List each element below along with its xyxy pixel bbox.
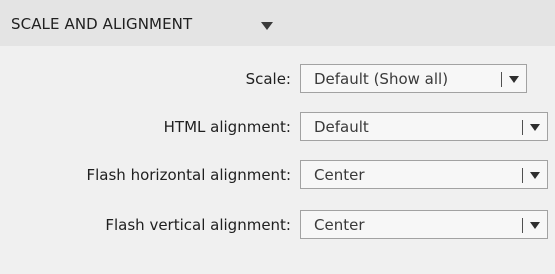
html-alignment-dropdown[interactable]: Default (300, 112, 548, 141)
flash-horizontal-alignment-row: Flash horizontal alignment: Center (0, 160, 555, 191)
flash-vertical-alignment-label: Flash vertical alignment: (105, 216, 291, 234)
scale-row: Scale: Default (Show all) (0, 64, 555, 95)
chevron-down-icon[interactable] (530, 124, 540, 131)
flash-vertical-alignment-row: Flash vertical alignment: Center (0, 210, 555, 241)
flash-vertical-alignment-dropdown-value: Center (314, 216, 365, 234)
html-alignment-label: HTML alignment: (163, 118, 291, 136)
flash-vertical-alignment-dropdown[interactable]: Center (300, 210, 548, 239)
chevron-down-icon[interactable] (509, 76, 519, 83)
dropdown-divider (501, 72, 502, 87)
flash-horizontal-alignment-dropdown[interactable]: Center (300, 160, 548, 189)
chevron-down-icon[interactable] (530, 222, 540, 229)
html-alignment-dropdown-value: Default (314, 118, 369, 136)
section-title: SCALE AND ALIGNMENT (11, 15, 193, 33)
chevron-down-icon[interactable] (530, 172, 540, 179)
scale-label: Scale: (245, 70, 291, 88)
dropdown-divider (522, 120, 523, 135)
flash-horizontal-alignment-dropdown-value: Center (314, 166, 365, 184)
flash-horizontal-alignment-label: Flash horizontal alignment: (86, 166, 292, 184)
scale-dropdown-value: Default (Show all) (314, 70, 449, 88)
section-header[interactable]: SCALE AND ALIGNMENT (0, 0, 555, 46)
html-alignment-row: HTML alignment: Default (0, 112, 555, 143)
dropdown-divider (522, 168, 523, 183)
collapse-triangle-icon[interactable] (261, 22, 273, 30)
scale-dropdown[interactable]: Default (Show all) (300, 64, 527, 93)
dropdown-divider (522, 218, 523, 233)
